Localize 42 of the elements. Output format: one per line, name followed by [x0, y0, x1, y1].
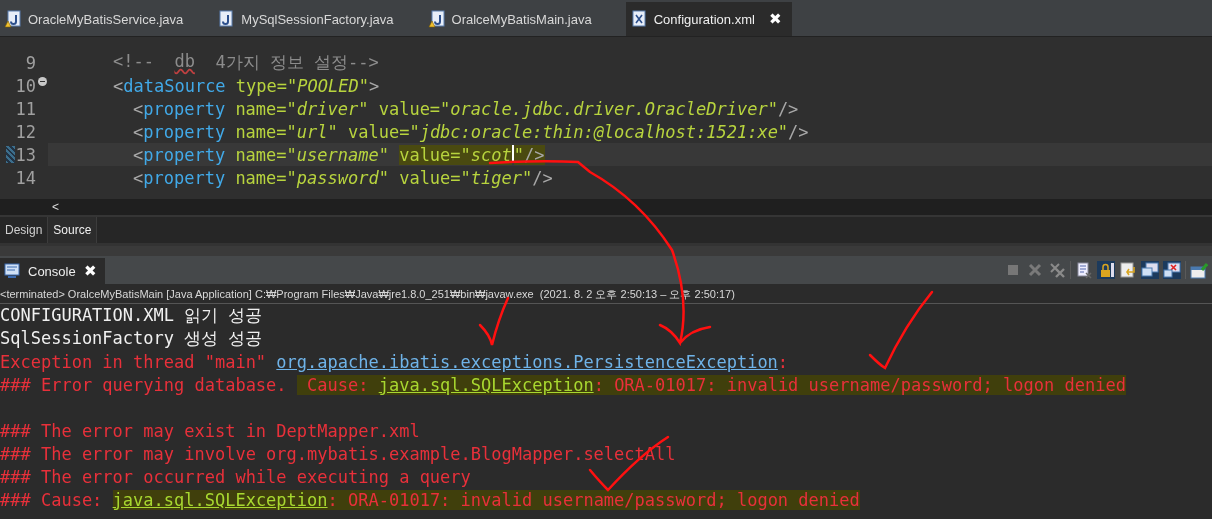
remove-all-icon[interactable]: [1048, 261, 1066, 279]
java-file-warning-icon: [427, 10, 446, 28]
console-line: CONFIGURATION.XML 읽기 성공: [0, 304, 263, 327]
pin-icon[interactable]: [1190, 261, 1208, 279]
code-line: <property name="password" value="tiger"/>: [133, 167, 553, 188]
console-tab[interactable]: Console ✖: [0, 258, 105, 284]
show-on-output-icon[interactable]: [1141, 261, 1159, 279]
line-number: 10: [15, 75, 36, 96]
close-icon[interactable]: ✖: [768, 10, 782, 28]
line-number: 11: [15, 98, 36, 119]
line-number: 9: [25, 52, 36, 73]
word-wrap-icon[interactable]: [1119, 261, 1137, 279]
console-line: ### The error occurred while executing a query: [0, 466, 471, 487]
console-line: ### Error querying database. Cause: java.sql.SQLException: ORA-01017: invalid username/password; logon denied: [0, 374, 1126, 395]
editor-tab[interactable]: Configuration.xml ✖: [625, 2, 792, 36]
editor-tab[interactable]: MySqlSessionFactory.java: [213, 2, 416, 36]
code-line: <dataSource type="POOLED">: [113, 75, 380, 96]
console-icon: [4, 263, 20, 279]
show-on-error-icon[interactable]: [1163, 261, 1181, 279]
code-line: <!-- db 4가지 정보 설정-->: [113, 51, 379, 74]
text-cursor: [511, 144, 514, 163]
line-number: 14: [15, 167, 36, 188]
lock-icon[interactable]: [1097, 261, 1115, 279]
close-icon[interactable]: ✖: [83, 262, 97, 280]
editor-tab[interactable]: OracleMyBatisService.java: [0, 2, 206, 36]
java-file-icon: [217, 10, 236, 28]
console-line: SqlSessionFactory 생성 성공: [0, 327, 263, 350]
editor-tab[interactable]: OralceMyBatisMain.java: [423, 2, 614, 36]
fold-icon[interactable]: [38, 77, 47, 86]
java-file-warning-icon: [4, 10, 22, 28]
line-number: 13: [15, 144, 36, 165]
clear-console-icon[interactable]: [1075, 261, 1093, 279]
console-line: Exception in thread "main" org.apache.ibatis.exceptions.PersistenceException:: [0, 351, 789, 372]
editor-mode-tab[interactable]: Source: [48, 217, 98, 243]
code-line: <property name="driver" value="oracle.jdbc.driver.OracleDriver"/>: [133, 98, 799, 119]
code-line: <property name="url" value="jdbc:oracle:thin:@localhost:1521:xe"/>: [133, 121, 809, 142]
code-line: <property name="username" value="scot"/>: [133, 144, 545, 165]
line-number: 12: [15, 121, 36, 142]
scroll-left-arrow[interactable]: <: [52, 200, 59, 214]
console-line: ### The error may exist in DeptMapper.xml: [0, 420, 420, 441]
xml-file-icon: [629, 10, 648, 28]
console-line: ### Cause: java.sql.SQLException: ORA-01017: invalid username/password; logon denied: [0, 489, 860, 510]
